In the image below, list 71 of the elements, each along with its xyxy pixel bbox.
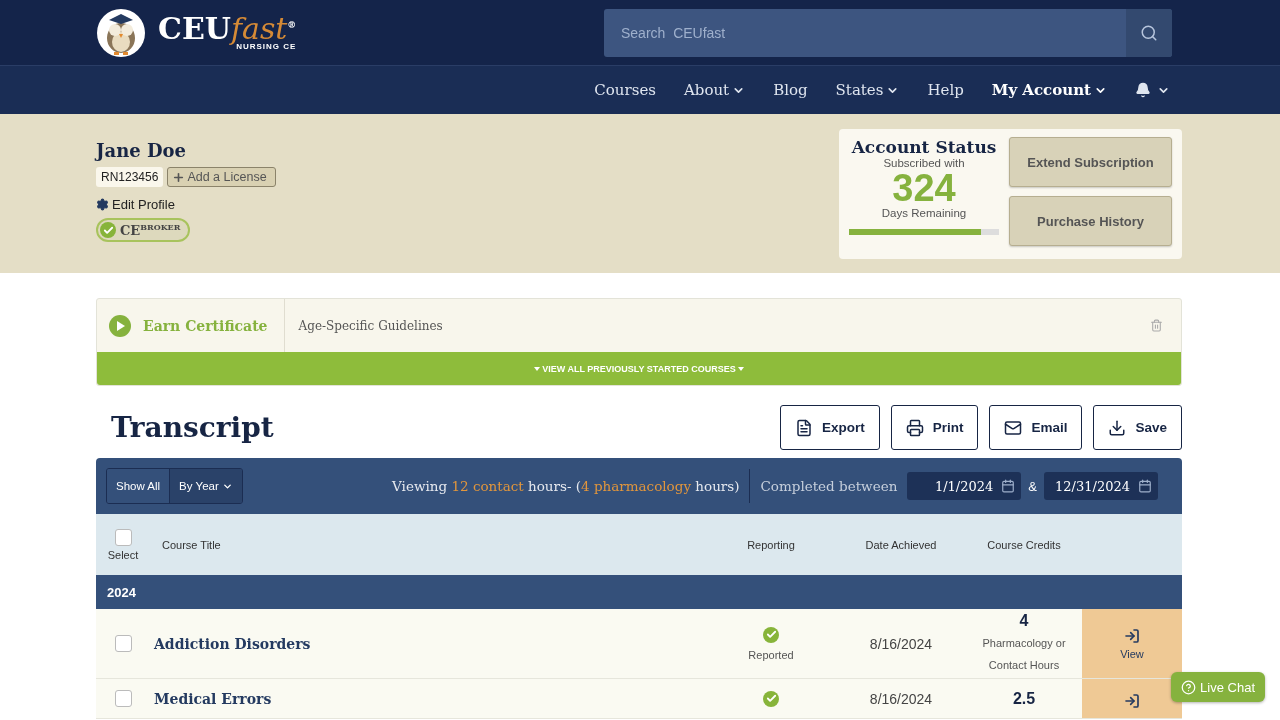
row-checkbox[interactable] xyxy=(114,635,132,652)
play-icon xyxy=(109,314,131,337)
credit-type: Pharmacology or Contact Hours xyxy=(981,635,1067,673)
subscribed-label: Subscribed with xyxy=(883,157,965,169)
days-remaining-label: Days Remaining xyxy=(881,207,967,219)
envelope-icon xyxy=(1004,418,1023,437)
ce-broker-badge: CE$^{BROKER}$ xyxy=(96,218,191,243)
search-icon xyxy=(1140,23,1158,42)
nav-link[interactable]: Blog xyxy=(773,81,808,99)
caret-icon xyxy=(737,366,744,371)
user-name: Jane Doe xyxy=(96,140,187,161)
settings-icon xyxy=(96,198,109,211)
account-button[interactable]: Extend Subscription xyxy=(1009,137,1172,187)
download-icon xyxy=(1108,418,1127,437)
filter-tab[interactable]: Show All xyxy=(107,469,171,503)
sign-in-icon xyxy=(1124,627,1140,644)
row-checkbox[interactable] xyxy=(114,690,132,707)
reporting-status: Reported xyxy=(748,648,794,661)
trash-icon xyxy=(1150,319,1163,332)
nav-link[interactable]: Courses xyxy=(594,81,656,99)
date-achieved: 8/16/2024 xyxy=(868,635,934,652)
save-button[interactable]: Save xyxy=(1093,405,1182,450)
completed-between-label: Completed between xyxy=(760,478,898,494)
edit-profile-link[interactable]: Edit Profile xyxy=(96,197,175,212)
sign-in-icon xyxy=(1124,693,1140,709)
help-icon xyxy=(1181,679,1197,695)
end-date-field[interactable]: 12/31/2024 xyxy=(1044,472,1158,500)
column-header: Select xyxy=(107,548,139,561)
hours-summary: Viewing 12 contact hours- (4 pharmacology hours) xyxy=(392,469,751,503)
year-group-header: 2024 xyxy=(96,575,1182,609)
column-header: Course Credits xyxy=(986,538,1062,551)
view-button[interactable]: View xyxy=(1082,609,1182,678)
filter-tab[interactable]: By Year xyxy=(170,469,242,503)
caret-icon xyxy=(534,366,541,371)
column-header: Date Achieved xyxy=(864,538,938,551)
calendar-icon xyxy=(1138,479,1152,493)
credit-hours: 2.5 xyxy=(1012,689,1036,708)
plus-icon xyxy=(172,170,186,184)
credit-hours: 4 xyxy=(1019,611,1029,630)
owl-logo xyxy=(96,7,146,58)
nav-link[interactable]: States xyxy=(835,81,900,99)
brand-tagline: NURSING CE xyxy=(236,42,297,51)
course-title: Addiction Disorders xyxy=(153,635,312,652)
document-icon xyxy=(794,418,813,437)
account-button[interactable]: Purchase History xyxy=(1009,196,1172,246)
start-date-field[interactable]: 1/1/2024 xyxy=(907,472,1022,500)
email-button[interactable]: Email xyxy=(989,405,1083,450)
nav-link[interactable]: My Account xyxy=(991,81,1107,99)
column-header: Reporting xyxy=(746,538,796,551)
notifications-button[interactable] xyxy=(1135,82,1170,98)
calendar-icon xyxy=(1001,479,1016,493)
nav-link[interactable]: Help xyxy=(927,81,964,99)
course-name: Age-Specific Guidelines xyxy=(297,318,444,333)
search-button[interactable] xyxy=(1126,8,1172,57)
printer-icon xyxy=(905,418,924,437)
ampersand: & xyxy=(1028,478,1037,494)
select-all-checkbox[interactable] xyxy=(114,528,132,546)
nav-link[interactable]: About xyxy=(683,81,746,99)
date-achieved: 8/16/2024 xyxy=(868,690,934,707)
account-status-title: Account Status xyxy=(851,137,997,157)
export-button[interactable]: Export xyxy=(779,405,880,450)
course-title: Medical Errors xyxy=(153,690,273,707)
view-button[interactable] xyxy=(1082,679,1182,718)
transcript-title: Transcript xyxy=(111,411,274,444)
days-remaining-count: 324 xyxy=(892,169,956,207)
column-header: Course Title xyxy=(161,538,222,551)
license-number: RN123456 xyxy=(96,167,164,187)
add-license-button[interactable]: Add a License xyxy=(167,167,276,187)
bell-icon xyxy=(1135,82,1151,98)
print-button[interactable]: Print xyxy=(890,405,979,450)
brand-name: CEUfast$^{®}$ xyxy=(158,14,297,44)
